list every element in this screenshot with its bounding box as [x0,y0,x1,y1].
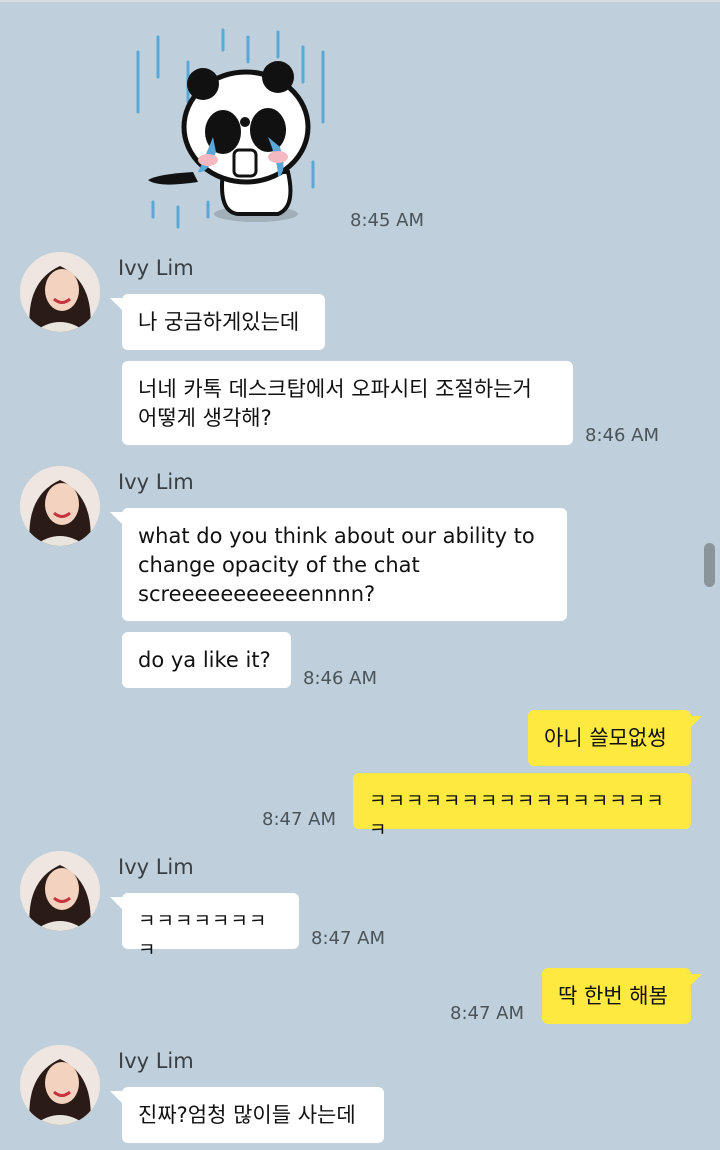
bubble-tail [110,512,122,524]
crying-panda-sticker [136,28,325,229]
message-timestamp: 8:47 AM [262,809,336,830]
message-bubble[interactable]: what do you think about our ability to c… [122,508,567,621]
avatar[interactable] [20,466,100,546]
avatar-photo [20,851,100,931]
my-message-bubble[interactable]: 아니 쓸모없썽 [528,710,691,766]
scrollbar-thumb[interactable] [704,543,715,587]
sender-name: Ivy Lim [118,256,194,280]
avatar[interactable] [20,1045,100,1125]
message-timestamp: 8:47 AM [450,1003,524,1024]
avatar-photo [20,252,100,332]
message-timestamp: 8:46 AM [585,425,659,446]
message-timestamp: 8:47 AM [311,928,385,949]
avatar[interactable] [20,252,100,332]
message-bubble[interactable]: 나 궁금하게있는데 [122,294,325,350]
sender-name: Ivy Lim [118,470,194,494]
message-timestamp: 8:46 AM [303,668,377,689]
bubble-tail [110,1091,122,1103]
chat-history[interactable]: 8:45 AM Ivy Lim 나 궁금하게있는데 너네 카톡 데스크탑에서 오… [0,0,720,1150]
bubble-tail [110,298,122,310]
bubble-tail [110,897,122,909]
sender-name: Ivy Lim [118,1049,194,1073]
message-bubble[interactable]: 너네 카톡 데스크탑에서 오파시티 조절하는거 어떻게 생각해? [122,361,573,445]
avatar[interactable] [20,851,100,931]
bubble-tail [690,716,702,728]
sender-name: Ivy Lim [118,855,194,879]
my-message-bubble[interactable]: ㅋㅋㅋㅋㅋㅋㅋㅋㅋㅋㅋㅋㅋㅋㅋㅋㅋ [353,773,691,841]
sticker-timestamp: 8:45 AM [350,210,424,231]
avatar-photo [20,1045,100,1125]
avatar-photo [20,466,100,546]
bubble-tail [690,974,702,986]
message-bubble[interactable]: ㅋㅋㅋㅋㅋㅋㅋㅋ [122,893,299,961]
my-message-bubble[interactable]: 딱 한번 해봄 [542,968,691,1024]
message-bubble[interactable]: 진짜?엄청 많이들 사는데 [122,1087,384,1143]
message-bubble[interactable]: do ya like it? [122,632,291,688]
